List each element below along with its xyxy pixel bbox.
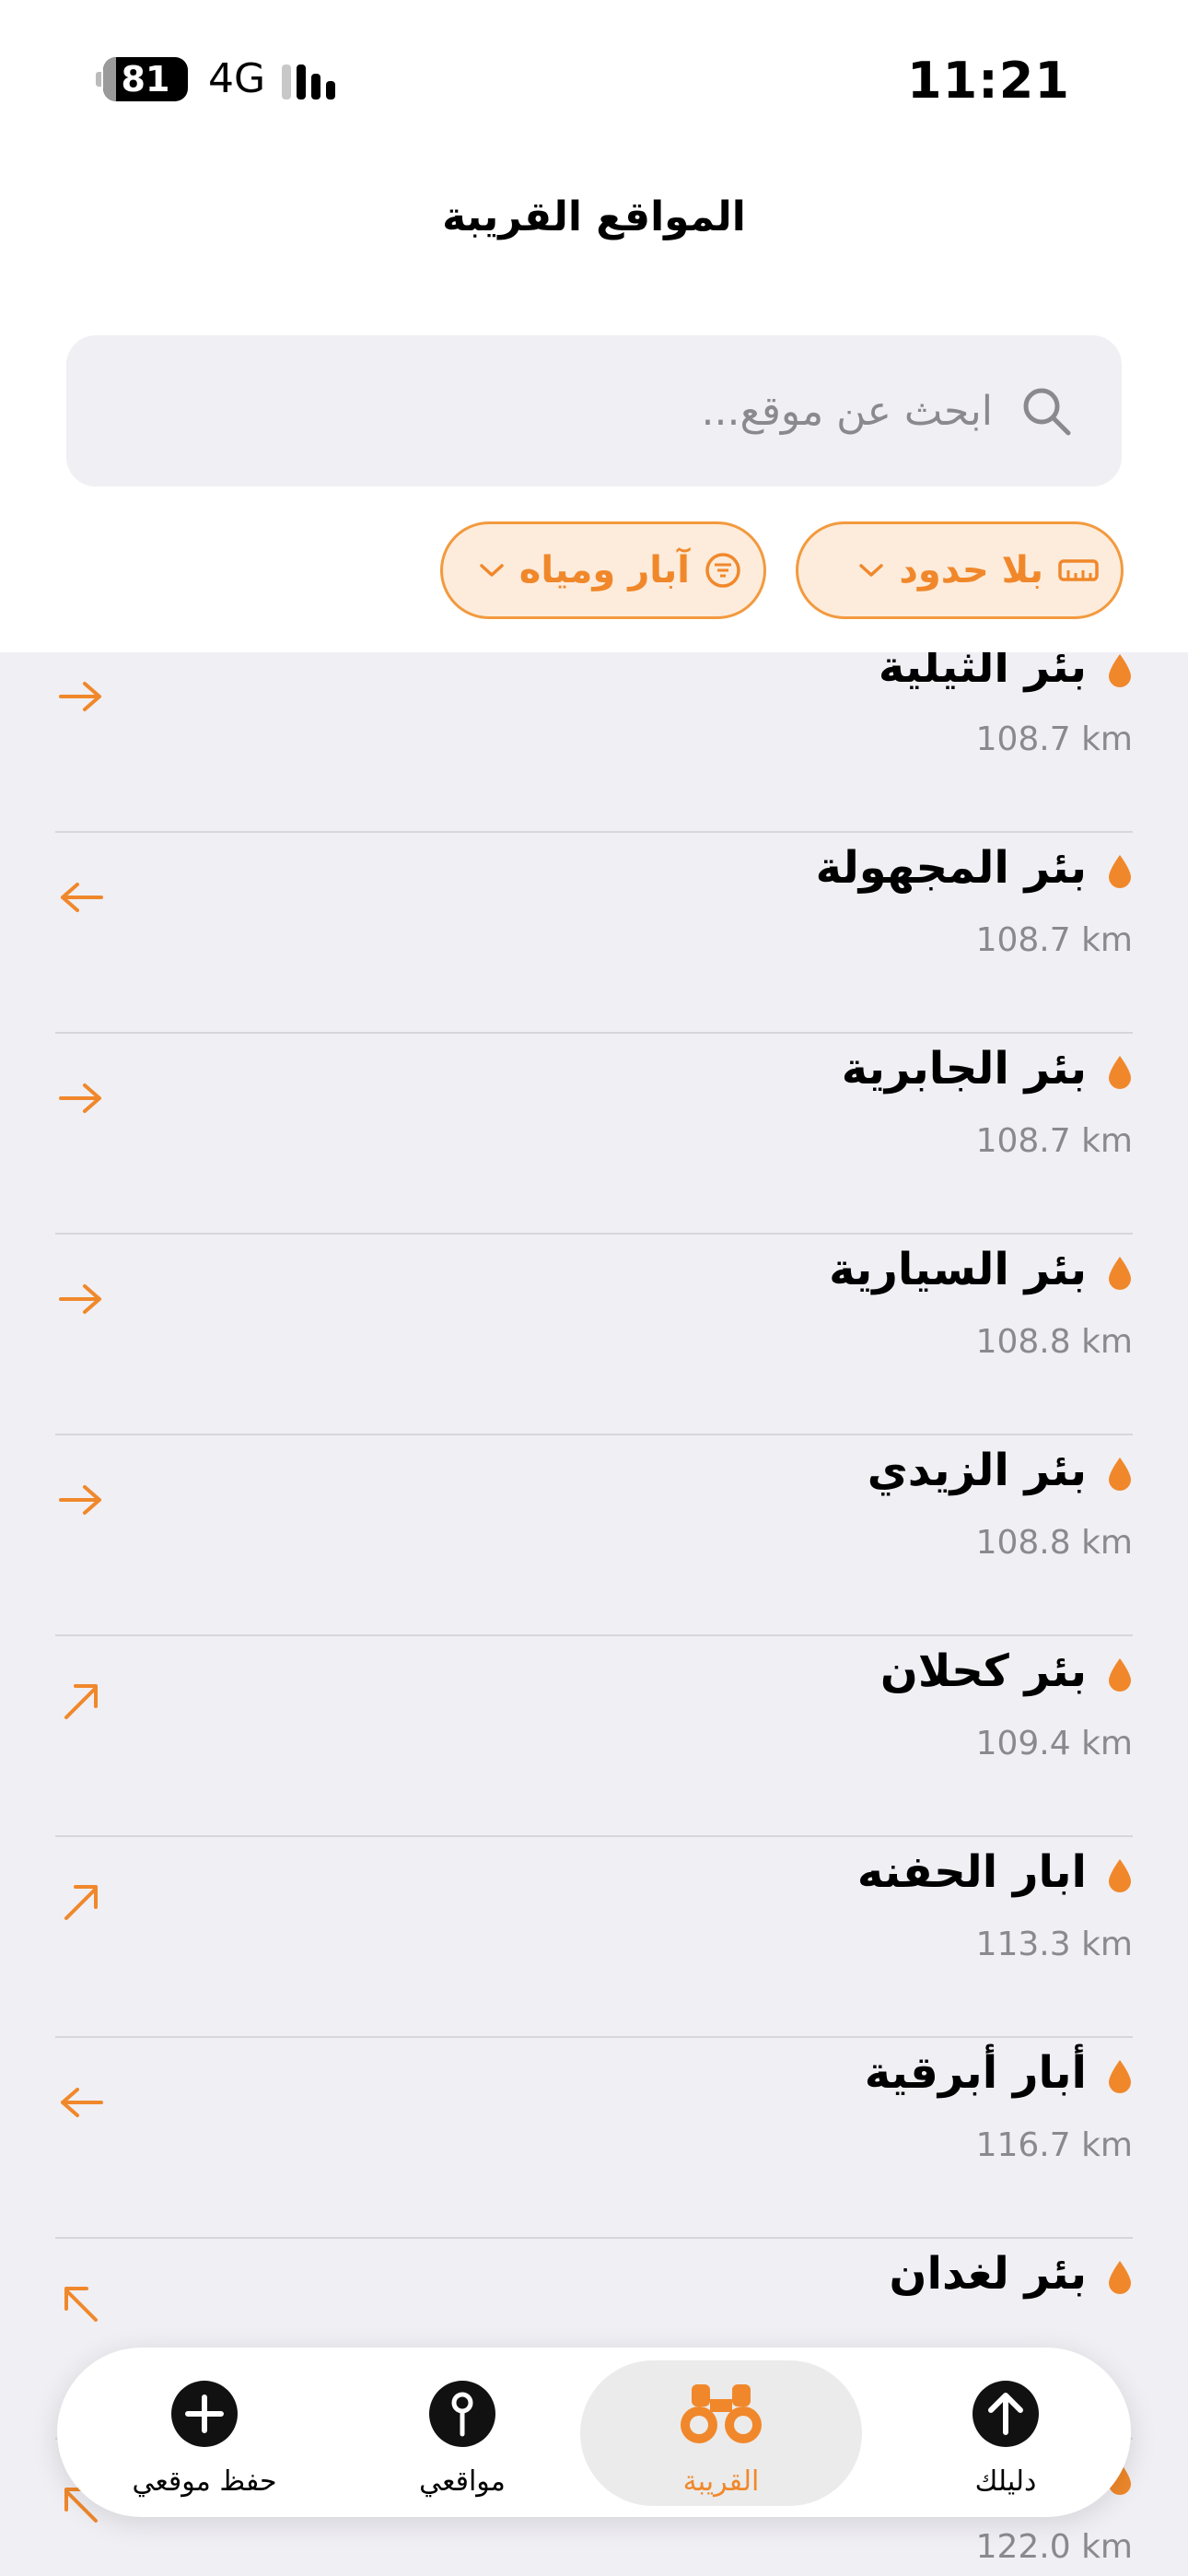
place-distance: 109.4 km: [975, 1725, 1133, 1762]
search-input[interactable]: [103, 335, 993, 486]
battery-indicator: 81: [96, 57, 188, 101]
arrow-up-right-icon: [64, 1885, 98, 1920]
arrow-right-icon: [59, 1083, 101, 1113]
tab-save-location[interactable]: حفظ موقعي: [94, 2348, 315, 2517]
place-distance: 122.0 km: [975, 2528, 1133, 2566]
search-icon: [1023, 388, 1071, 436]
place-name: بئر الجابرية: [841, 1043, 1087, 1095]
water-drop-icon: [1109, 1458, 1131, 1491]
tab-my-places-label: مواقعي: [419, 2465, 506, 2498]
list-item[interactable]: بئر المجهولة 108.7 km: [55, 833, 1133, 1034]
place-distance: 108.7 km: [975, 921, 1133, 959]
arrow-left-icon: [61, 883, 103, 912]
place-distance: 113.3 km: [975, 1926, 1133, 1963]
tab-bar: دليلك القريبة مواقعي حفظ موقعي: [57, 2348, 1131, 2517]
arrow-up-left-icon: [64, 2287, 98, 2322]
arrow-up-right-icon: [64, 1684, 98, 1719]
place-name: بئر المجهولة: [815, 842, 1087, 894]
water-drop-icon: [1109, 1056, 1131, 1089]
signal-icon: [282, 61, 335, 100]
place-distance: 108.7 km: [975, 720, 1133, 758]
tab-my-places[interactable]: مواقعي: [352, 2348, 573, 2517]
place-name: بئر كحلان: [879, 1645, 1087, 1697]
arrow-right-icon: [59, 1485, 101, 1515]
battery-percent: 81: [121, 59, 170, 100]
water-drop-icon: [1109, 1859, 1131, 1892]
tab-save-location-label: حفظ موقعي: [132, 2465, 277, 2498]
place-distance: 108.8 km: [975, 1323, 1133, 1361]
chevron-down-icon: [859, 564, 884, 577]
network-type: 4G: [208, 55, 266, 102]
ruler-icon: [1058, 559, 1099, 581]
arrow-left-icon: [61, 2088, 103, 2117]
tab-guide-label: دليلك: [974, 2465, 1037, 2498]
water-drop-icon: [1109, 855, 1131, 888]
arrow-right-icon: [59, 682, 101, 711]
arrow-right-icon: [59, 1284, 101, 1314]
category-filter-chip[interactable]: آبار ومياه: [440, 521, 766, 619]
place-name: بئر لغدان: [889, 2248, 1087, 2300]
place-distance: 108.8 km: [975, 1524, 1133, 1562]
list-item[interactable]: بئر كحلان 109.4 km: [55, 1636, 1133, 1837]
battery-level: [103, 57, 116, 101]
place-name: ابار الحفنه: [856, 1846, 1087, 1898]
status-time: 11:21: [907, 52, 1070, 110]
tab-nearby-label: القريبة: [682, 2465, 760, 2498]
list-item[interactable]: بئر السيارية 108.8 km: [55, 1235, 1133, 1435]
place-name: أبار أبرقية: [864, 2047, 1087, 2099]
page-title: المواقع القريبة: [442, 193, 746, 240]
binoculars-icon: [681, 2384, 762, 2443]
nearby-places-list[interactable]: بئر الثيلية 108.7 km بئر المجهولة 108.7 …: [0, 652, 1188, 2576]
distance-filter-chip[interactable]: بلا حدود: [796, 521, 1124, 619]
place-name: بئر الثيلية: [878, 652, 1087, 693]
water-drop-icon: [1109, 2261, 1131, 2294]
place-distance: 108.7 km: [975, 1122, 1133, 1160]
tab-nearby[interactable]: القريبة: [580, 2348, 862, 2517]
place-name: بئر السيارية: [829, 1244, 1087, 1295]
chevron-down-icon: [479, 564, 504, 577]
tab-guide[interactable]: دليلك: [895, 2348, 1116, 2517]
place-distance: 116.7 km: [975, 2126, 1133, 2164]
search-bar[interactable]: [66, 335, 1122, 486]
water-drop-icon: [1109, 2060, 1131, 2093]
list-item[interactable]: بئر الجابرية 108.7 km: [55, 1034, 1133, 1235]
list-item[interactable]: ابار الحفنه 113.3 km: [55, 1837, 1133, 2038]
list-item[interactable]: بئر الزيدي 108.8 km: [55, 1435, 1133, 1636]
list-item[interactable]: أبار أبرقية 116.7 km: [55, 2038, 1133, 2239]
water-drop-icon: [1109, 1658, 1131, 1692]
place-name: بئر الزيدي: [867, 1445, 1087, 1496]
plus-circle-icon: [171, 2381, 238, 2447]
status-bar: 81 4G 11:21: [0, 0, 1188, 138]
category-filter-label: آبار ومياه: [518, 549, 690, 591]
water-drop-icon: [1109, 1257, 1131, 1290]
pin-icon: [429, 2381, 495, 2447]
arrow-up-circle-icon: [973, 2381, 1039, 2447]
water-drop-icon: [1109, 654, 1131, 687]
list-item[interactable]: بئر الثيلية 108.7 km: [55, 652, 1133, 833]
distance-filter-label: بلا حدود: [899, 549, 1043, 591]
filter-icon: [705, 553, 740, 588]
